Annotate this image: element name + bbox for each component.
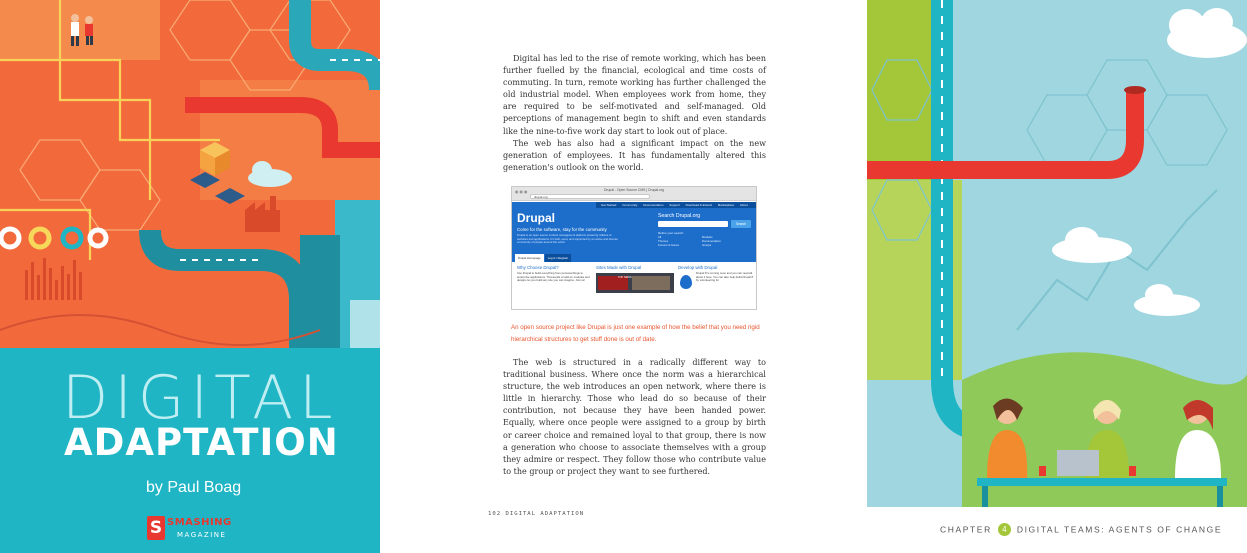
tab-login-register: Log in / Register [544, 254, 572, 262]
logo-mark: S [147, 516, 165, 540]
sites-thumbnail-label: TOP NEWS [618, 276, 632, 279]
drupal-search-title: Search Drupal.org [658, 213, 701, 219]
smashing-magazine-logo: S SMASHING MAGAZINE [147, 516, 233, 542]
cover-title-line1: DIGITAL [62, 363, 339, 433]
column-heading-develop: Develop with Drupal [678, 265, 718, 270]
column-heading-why: Why Choose Drupal? [517, 265, 559, 270]
browser-url-field: drupal.org [530, 194, 650, 199]
column-text-develop: Drupal 8 is coming soon and you can read… [696, 271, 754, 283]
figure-caption: An open source project like Drupal is ju… [511, 324, 760, 343]
drupal-search-input [658, 221, 728, 227]
drupal-tagline: Come for the software, stay for the comm… [517, 227, 607, 232]
drupal-tabs: Drupal Homepage Log in / Register [515, 254, 572, 262]
book-cover: DIGITAL ADAPTATION by Paul Boag S SMASHI… [0, 0, 380, 553]
chapter-number-badge: 4 [997, 523, 1011, 536]
nav-item: Support [669, 203, 680, 207]
nav-item: Documentation [643, 203, 664, 207]
paragraph-web-impact: The web has also had a significant impac… [503, 139, 766, 173]
nav-item: Get Started [601, 203, 617, 207]
refine-option: Forums & Issues [658, 242, 679, 247]
drupal-refine-label: Refine your search: [658, 231, 685, 235]
drupal-search-button: Search [731, 220, 751, 228]
chapter-illustration [867, 0, 1247, 507]
chapter-page: CHAPTER 4 DIGITAL TEAMS: AGENTS OF CHANGE [867, 0, 1247, 553]
drupal-hero: Get Started Community Documentation Supp… [512, 202, 756, 262]
refine-option: Groups [702, 242, 712, 247]
drupal-logo: Drupal [517, 211, 556, 225]
paragraph-remote-working: Digital has led to the rise of remote wo… [503, 54, 766, 136]
drupal-screenshot: ●●● Drupal - Open Source CMS | Drupal.or… [511, 186, 757, 310]
chapter-label: CHAPTER [940, 524, 992, 535]
drupal-drop-icon [680, 275, 692, 289]
browser-titlebar: ●●● Drupal - Open Source CMS | Drupal.or… [512, 187, 756, 201]
sites-thumbnail [596, 273, 674, 293]
column-text-why: Use Drupal to build everything from pers… [517, 271, 590, 283]
browser-window-title: Drupal - Open Source CMS | Drupal.org [603, 188, 665, 192]
drupal-description: Drupal is an open source content managem… [517, 233, 618, 245]
chapter-title: DIGITAL TEAMS: AGENTS OF CHANGE [1016, 524, 1223, 535]
nav-item: Download & Extend [685, 203, 712, 207]
logo-wordmark: SMASHING [167, 517, 232, 528]
cover-title-line2: ADAPTATION [64, 421, 339, 464]
nav-item: About [739, 203, 748, 207]
page-folio: 102 DIGITAL ADAPTATION [488, 511, 585, 517]
drupal-refine-options: All Modules Themes Documentation Forums & … [658, 235, 748, 247]
column-heading-sites: Sites Made with Drupal [596, 265, 642, 270]
cover-author: by Paul Boag [146, 479, 242, 496]
book-page-102: Digital has led to the rise of remote wo… [380, 0, 867, 553]
nav-item: Community [622, 203, 638, 207]
cover-illustration [0, 0, 380, 348]
logo-subline: MAGAZINE [177, 531, 227, 539]
tab-drupal-homepage: Drupal Homepage [515, 254, 544, 262]
drupal-nav: Get Started Community Documentation Supp… [596, 202, 756, 208]
paragraph-web-structure: The web is structured in a radically dif… [503, 358, 766, 476]
chapter-heading: CHAPTER 4 DIGITAL TEAMS: AGENTS OF CHANGE [940, 523, 1222, 536]
nav-item: Marketplace [717, 203, 735, 207]
